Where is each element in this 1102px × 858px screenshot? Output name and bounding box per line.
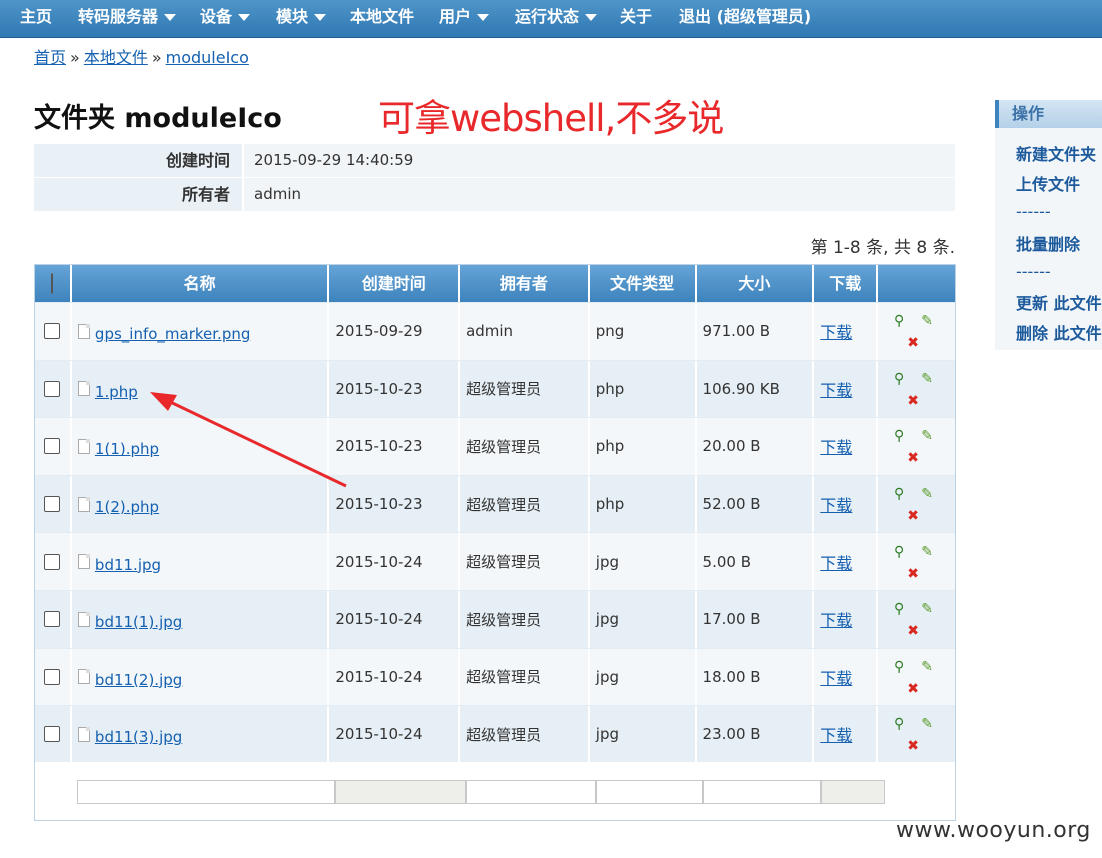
sidebar-title: 操作 [995, 100, 1102, 128]
sidebar-update-file[interactable]: 更新 此文件 [1016, 290, 1102, 314]
annotation-arrow [150, 392, 347, 488]
sidebar-divider: ------ [1016, 202, 1051, 221]
actions-sidebar: 操作 新建文件夹 上传文件 ------ 批量删除 ------ 更新 此文件 … [995, 100, 1102, 350]
sidebar-new-folder[interactable]: 新建文件夹 [1016, 141, 1096, 165]
arrow-line [161, 396, 347, 488]
sidebar-upload-file[interactable]: 上传文件 [1016, 171, 1080, 195]
watermark: www.wooyun.org [896, 818, 1091, 843]
sidebar-batch-delete[interactable]: 批量删除 [1016, 231, 1080, 255]
arrow-head [150, 392, 177, 411]
sidebar-divider: ------ [1016, 262, 1051, 281]
sidebar-delete-file[interactable]: 删除 此文件 [1016, 320, 1102, 344]
